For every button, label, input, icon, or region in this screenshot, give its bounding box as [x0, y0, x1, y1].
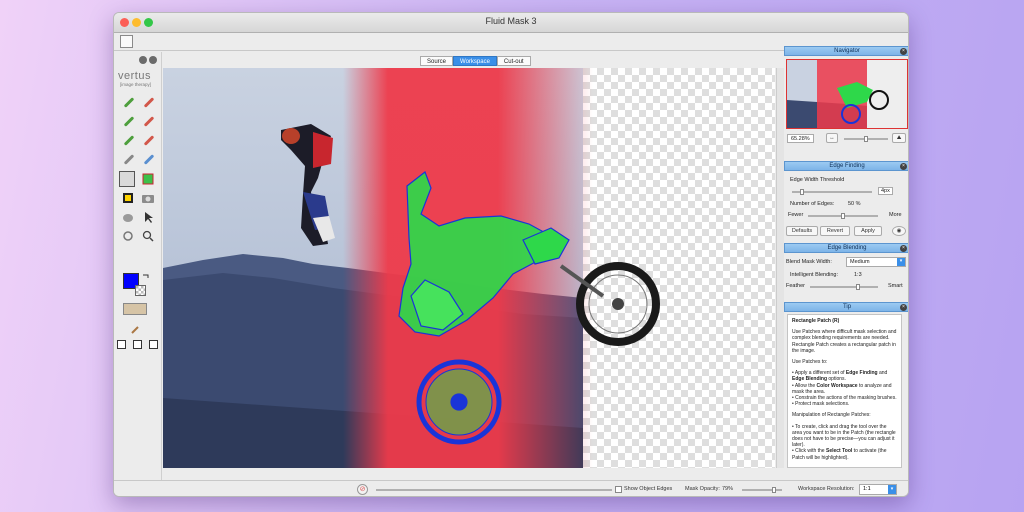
tip-paragraph: Manipulation of Rectangle Patches: [792, 412, 871, 419]
view-split-icon[interactable] [133, 340, 142, 349]
app-window: Fluid Mask 3 vertus [image therapy] Sour… [113, 12, 909, 497]
preview-toggle-icon[interactable] [123, 303, 147, 315]
rectangle-patch-icon[interactable] [119, 171, 135, 187]
show-edges-checkbox[interactable] [615, 486, 622, 493]
right-panels: Navigator × 65.28% ↔ ⛰ Edge Finding × Ed… [784, 46, 908, 480]
edge-finding-title: Edge Finding [829, 163, 865, 169]
zoom-in-button[interactable]: ⛰ [892, 133, 906, 143]
zoom-fit-button[interactable]: ↔ [826, 133, 838, 143]
blend-mask-select[interactable]: Medium ▾ [846, 257, 906, 267]
tab-cutout[interactable]: Cut-out [496, 56, 531, 66]
eraser-icon[interactable] [121, 153, 135, 167]
intelligent-blending-label: Intelligent Blending: [790, 272, 839, 278]
brand-logo: vertus [118, 70, 151, 82]
edge-blending-title: Edge Blending [827, 245, 867, 251]
zoom-value[interactable]: 65.28% [787, 134, 814, 143]
tip-close-icon[interactable]: × [900, 304, 907, 311]
revert-button[interactable]: Revert [820, 226, 850, 236]
canvas-scrollbar[interactable] [776, 68, 784, 468]
brand-tagline: [image therapy] [120, 82, 152, 87]
edge-finding-header: Edge Finding × [784, 161, 908, 171]
blend-mask-label: Blend Mask Width: [786, 259, 832, 265]
edge-width-slider[interactable] [792, 189, 872, 195]
tip-title: Tip [842, 304, 852, 310]
hand-tool-icon[interactable] [121, 210, 135, 224]
palette-settings-icon[interactable] [139, 56, 147, 64]
palette-controls [139, 56, 157, 64]
edge-finding-close-icon[interactable]: × [900, 163, 907, 170]
show-edges-label: Show Object Edges [624, 486, 673, 492]
canvas-area: Source Workspace Cut-out [162, 52, 784, 480]
edge-width-value[interactable]: 4px [878, 187, 893, 195]
navigator-thumbnail[interactable] [786, 59, 908, 129]
delete-brush-icon[interactable] [141, 96, 155, 110]
background-color-swatch[interactable] [135, 285, 146, 296]
delete-fill-icon[interactable] [141, 134, 155, 148]
smart-label: Smart [888, 283, 903, 289]
edge-blending-close-icon[interactable]: × [900, 245, 907, 252]
defaults-button[interactable]: Defaults [786, 226, 818, 236]
panel-toggle-button[interactable] [120, 35, 133, 48]
title-bar: Fluid Mask 3 [114, 13, 908, 33]
fewer-label: Fewer [788, 212, 804, 218]
keep-local-brush-icon[interactable] [121, 115, 135, 129]
view-tabs: Source Workspace Cut-out [420, 56, 531, 66]
view-full-icon[interactable] [149, 340, 158, 349]
chevron-down-icon: ▾ [897, 258, 905, 266]
mask-opacity-value: 79% [722, 486, 734, 492]
tool-palette: vertus [image therapy] [114, 52, 162, 480]
edge-width-label: Edge Width Threshold [790, 177, 845, 183]
pan-tool-icon[interactable] [121, 229, 135, 243]
tip-bullets: • Apply a different set of Edge Finding … [792, 370, 897, 408]
blend-brush-icon[interactable] [141, 153, 155, 167]
zoom-slider[interactable] [844, 136, 888, 142]
progress-track [376, 489, 612, 491]
edges-slider[interactable] [808, 213, 878, 219]
navigator-title: Navigator [834, 48, 860, 54]
mask-opacity-label: Mask Opacity: [685, 486, 720, 492]
workspace-resolution-label: Workspace Resolution: [798, 486, 855, 492]
stop-icon[interactable]: ⊘ [357, 484, 368, 495]
keep-brush-icon[interactable] [121, 96, 135, 110]
eyedropper-icon[interactable] [130, 322, 144, 336]
apply-options-icon[interactable]: ◉ [892, 226, 906, 236]
workspace-resolution-value: 1:1 [863, 486, 871, 492]
palette-close-icon[interactable] [149, 56, 157, 64]
tab-source[interactable]: Source [420, 56, 454, 66]
chevron-down-icon: ▾ [888, 485, 896, 494]
patch-select-icon[interactable] [121, 191, 135, 205]
delete-local-brush-icon[interactable] [141, 115, 155, 129]
keep-fill-icon[interactable] [121, 134, 135, 148]
patch-fill-icon[interactable] [141, 172, 155, 186]
navigator-header: Navigator × [784, 46, 908, 56]
tab-workspace[interactable]: Workspace [453, 56, 497, 66]
select-tool-icon[interactable] [141, 210, 155, 224]
edges-value: 50 % [848, 201, 861, 207]
blend-mask-value: Medium [850, 259, 870, 265]
navigator-close-icon[interactable]: × [900, 48, 907, 55]
workspace-image [163, 68, 660, 468]
feather-label: Feather [786, 283, 805, 289]
window-title: Fluid Mask 3 [485, 16, 537, 26]
more-label: More [889, 212, 902, 218]
image-canvas[interactable] [163, 68, 775, 468]
tip-heading: Rectangle Patch (R) [792, 318, 840, 324]
tip-bullets: • To create, click and drag the tool ove… [792, 423, 896, 461]
mask-opacity-slider[interactable] [742, 487, 782, 493]
swap-colors-icon[interactable] [141, 269, 155, 283]
tip-header: Tip × [784, 302, 908, 312]
intelligent-blending-value: 1:3 [854, 272, 862, 278]
tip-content: Rectangle Patch (R) Use Patches where di… [787, 314, 902, 468]
camera-icon[interactable] [141, 191, 155, 205]
tip-paragraph: Use Patches where difficult mask selecti… [792, 329, 897, 354]
edges-label: Number of Edges: [790, 201, 835, 207]
zoom-tool-icon[interactable] [141, 229, 155, 243]
view-single-icon[interactable] [117, 340, 126, 349]
tip-paragraph: Use Patches to: [792, 359, 828, 366]
apply-button[interactable]: Apply [854, 226, 882, 236]
workspace-resolution-select[interactable]: 1:1 ▾ [859, 484, 897, 495]
edge-blending-header: Edge Blending × [784, 243, 908, 253]
status-bar: ⊘ Show Object Edges Mask Opacity: 79% Wo… [114, 480, 908, 496]
blending-slider[interactable] [810, 284, 878, 290]
